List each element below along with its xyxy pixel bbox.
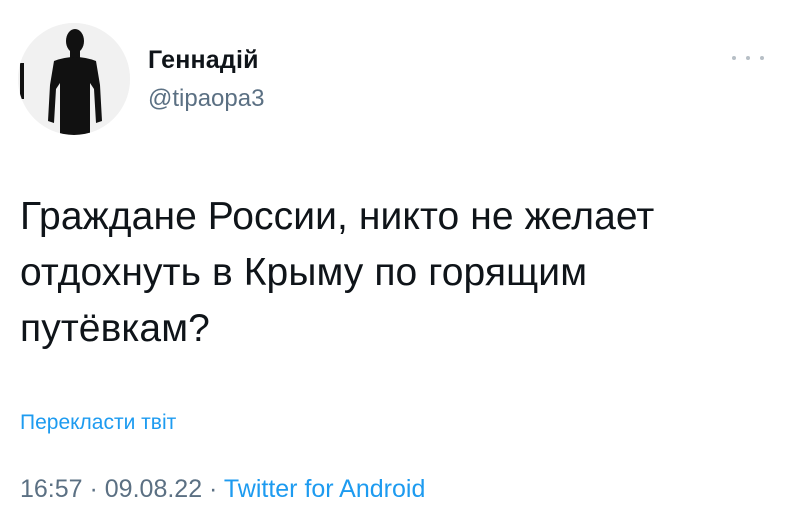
tweet-date[interactable]: 09.08.22 (105, 475, 202, 503)
silhouette-avatar-icon (18, 23, 130, 135)
translate-tweet-link[interactable]: Перекласти твіт (20, 411, 176, 435)
dot (746, 56, 750, 60)
avatar[interactable] (18, 23, 130, 135)
tweet-source-link[interactable]: Twitter for Android (224, 475, 425, 503)
author-handle[interactable]: @tipaopa3 (148, 85, 264, 113)
dot (732, 56, 736, 60)
tweet-meta: 16:57 · 09.08.22 · Twitter for Android (20, 475, 425, 504)
author-name[interactable]: Геннадій (148, 46, 259, 75)
tweet-card: Геннадій @tipaopa3 Граждане России, никт… (0, 0, 802, 511)
separator: · (202, 475, 224, 503)
more-dots-icon[interactable] (732, 50, 764, 66)
tweet-time[interactable]: 16:57 (20, 475, 83, 503)
separator: · (82, 475, 105, 503)
dot (760, 56, 764, 60)
tweet-text: Граждане России, никто не желает отдохну… (20, 195, 655, 350)
